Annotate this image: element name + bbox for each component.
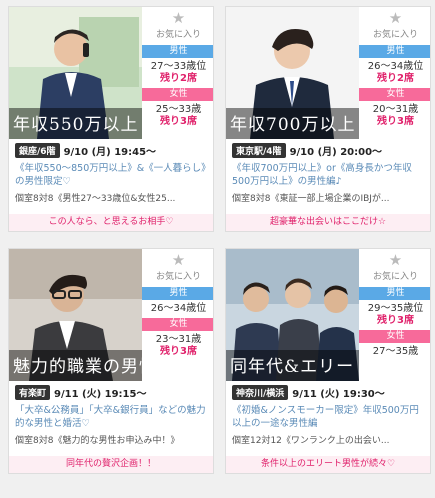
- event-tagline: この人なら、と思えるお相手♡: [9, 214, 213, 231]
- favorite-label: お気に入り: [155, 30, 201, 40]
- event-detail: 個室12対12《ワンランク上の出会い...: [232, 436, 390, 446]
- male-age: 26〜34歳位: [150, 303, 207, 314]
- event-datetime: 9/10 (月) 19:45〜: [63, 147, 157, 158]
- event-card[interactable]: 同年代&エリート ★ お気に入り 男性 29〜35歳位 残り3席 女性 27〜3…: [225, 248, 431, 474]
- male-seats: 残り2席: [377, 73, 414, 84]
- female-tag: 女性: [142, 318, 213, 331]
- male-seats: 残り2席: [160, 73, 197, 84]
- event-photo[interactable]: 年収550万以上: [9, 7, 142, 139]
- female-age: 23〜31歳: [155, 334, 202, 345]
- event-photo[interactable]: 同年代&エリート: [226, 249, 359, 381]
- female-age: 20〜31歳: [372, 104, 419, 115]
- event-detail: 個室8対8《東証一部上場企業のIBJが...: [232, 194, 390, 204]
- male-tag: 男性: [359, 45, 430, 58]
- star-icon: ★: [388, 251, 403, 269]
- event-info: 東京駅/4階 9/10 (月) 20:00〜 《年収700万円以上》or《高身長…: [226, 143, 430, 204]
- star-icon: ★: [171, 251, 186, 269]
- event-photo[interactable]: 年収700万以上: [226, 7, 359, 139]
- venue-badge: 東京駅/4階: [232, 143, 286, 158]
- male-age: 29〜35歳位: [367, 303, 424, 314]
- income-overlay: 年収700万以上: [226, 108, 359, 139]
- event-detail: 個室8対8《魅力的な男性お申込み中！》: [15, 436, 180, 446]
- event-info: 銀座/6階 9/10 (月) 19:45〜 《年収550〜850万円以上》&《一…: [9, 143, 213, 204]
- event-title-link[interactable]: 《初婚&ノンスモーカー限定》年収500万円以上の一途な男性編: [232, 404, 426, 430]
- female-tag: 女性: [142, 88, 213, 101]
- job-overlay: 魅力的職業の男性: [9, 350, 142, 381]
- favorite-button[interactable]: ★ お気に入り: [142, 249, 213, 287]
- event-datetime: 9/11 (火) 19:15〜: [54, 389, 147, 400]
- favorite-label: お気に入り: [372, 272, 418, 282]
- event-card[interactable]: 魅力的職業の男性 ★ お気に入り 男性 26〜34歳位 女性 23〜31歳 残り…: [8, 248, 214, 474]
- event-detail: 個室8対8《男性27〜33歳位&女性25...: [15, 194, 176, 204]
- male-tag: 男性: [142, 287, 213, 300]
- female-seats: 残り3席: [377, 116, 414, 127]
- event-photo[interactable]: 魅力的職業の男性: [9, 249, 142, 381]
- date-row: 東京駅/4階 9/10 (月) 20:00〜: [232, 143, 426, 158]
- event-info: 神奈川/横浜 9/11 (火) 19:30〜 《初婚&ノンスモーカー限定》年収5…: [226, 385, 430, 446]
- female-tag: 女性: [359, 330, 430, 343]
- elite-overlay: 同年代&エリート: [226, 350, 359, 381]
- event-tagline: 条件以上のエリート男性が続々♡: [226, 456, 430, 473]
- seat-panel: ★ お気に入り 男性 27〜33歳位 残り2席 女性 25〜33歳 残り3席: [142, 7, 213, 139]
- male-tag: 男性: [142, 45, 213, 58]
- date-row: 有楽町 9/11 (火) 19:15〜: [15, 385, 209, 400]
- date-row: 銀座/6階 9/10 (月) 19:45〜: [15, 143, 209, 158]
- male-age: 26〜34歳位: [367, 61, 424, 72]
- event-title-link[interactable]: 《年収700万円以上》or《高身長かつ年収500万円以上》の男性編♪: [232, 162, 426, 188]
- favorite-label: お気に入り: [155, 272, 201, 282]
- event-card[interactable]: 年収700万以上 ★ お気に入り 男性 26〜34歳位 残り2席 女性 20〜3…: [225, 6, 431, 232]
- female-seats: 残り3席: [160, 346, 197, 357]
- female-tag: 女性: [359, 88, 430, 101]
- event-card[interactable]: 年収550万以上 ★ お気に入り 男性 27〜33歳位 残り2席 女性 25〜3…: [8, 6, 214, 232]
- seat-panel: ★ お気に入り 男性 26〜34歳位 女性 23〜31歳 残り3席: [142, 249, 213, 381]
- event-title-link[interactable]: 《年収550〜850万円以上》&《一人暮らし》の男性限定♡: [15, 162, 209, 188]
- star-icon: ★: [171, 9, 186, 27]
- event-title-link[interactable]: 「大卒&公務員」「大卒&銀行員」などの魅力的な男性と婚活♡: [15, 404, 209, 430]
- favorite-label: お気に入り: [372, 30, 418, 40]
- favorite-button[interactable]: ★ お気に入り: [359, 7, 430, 45]
- event-tagline: 超豪華な出会いはここだけ☆: [226, 214, 430, 231]
- star-icon: ★: [388, 9, 403, 27]
- male-age: 27〜33歳位: [150, 61, 207, 72]
- event-tagline: 同年代の贅沢企画！！: [9, 456, 213, 473]
- event-info: 有楽町 9/11 (火) 19:15〜 「大卒&公務員」「大卒&銀行員」などの魅…: [9, 385, 213, 446]
- event-datetime: 9/10 (月) 20:00〜: [289, 147, 383, 158]
- female-seats: 残り3席: [160, 116, 197, 127]
- event-datetime: 9/11 (火) 19:30〜: [292, 389, 385, 400]
- venue-badge: 有楽町: [15, 385, 51, 400]
- female-age: 25〜33歳: [155, 104, 202, 115]
- venue-badge: 銀座/6階: [15, 143, 60, 158]
- male-tag: 男性: [359, 287, 430, 300]
- date-row: 神奈川/横浜 9/11 (火) 19:30〜: [232, 385, 426, 400]
- income-overlay: 年収550万以上: [9, 108, 142, 139]
- seat-panel: ★ お気に入り 男性 26〜34歳位 残り2席 女性 20〜31歳 残り3席: [359, 7, 430, 139]
- male-seats: 残り3席: [377, 315, 414, 326]
- seat-panel: ★ お気に入り 男性 29〜35歳位 残り3席 女性 27〜35歳: [359, 249, 430, 381]
- favorite-button[interactable]: ★ お気に入り: [142, 7, 213, 45]
- venue-badge: 神奈川/横浜: [232, 385, 289, 400]
- female-age: 27〜35歳: [372, 346, 419, 357]
- favorite-button[interactable]: ★ お気に入り: [359, 249, 430, 287]
